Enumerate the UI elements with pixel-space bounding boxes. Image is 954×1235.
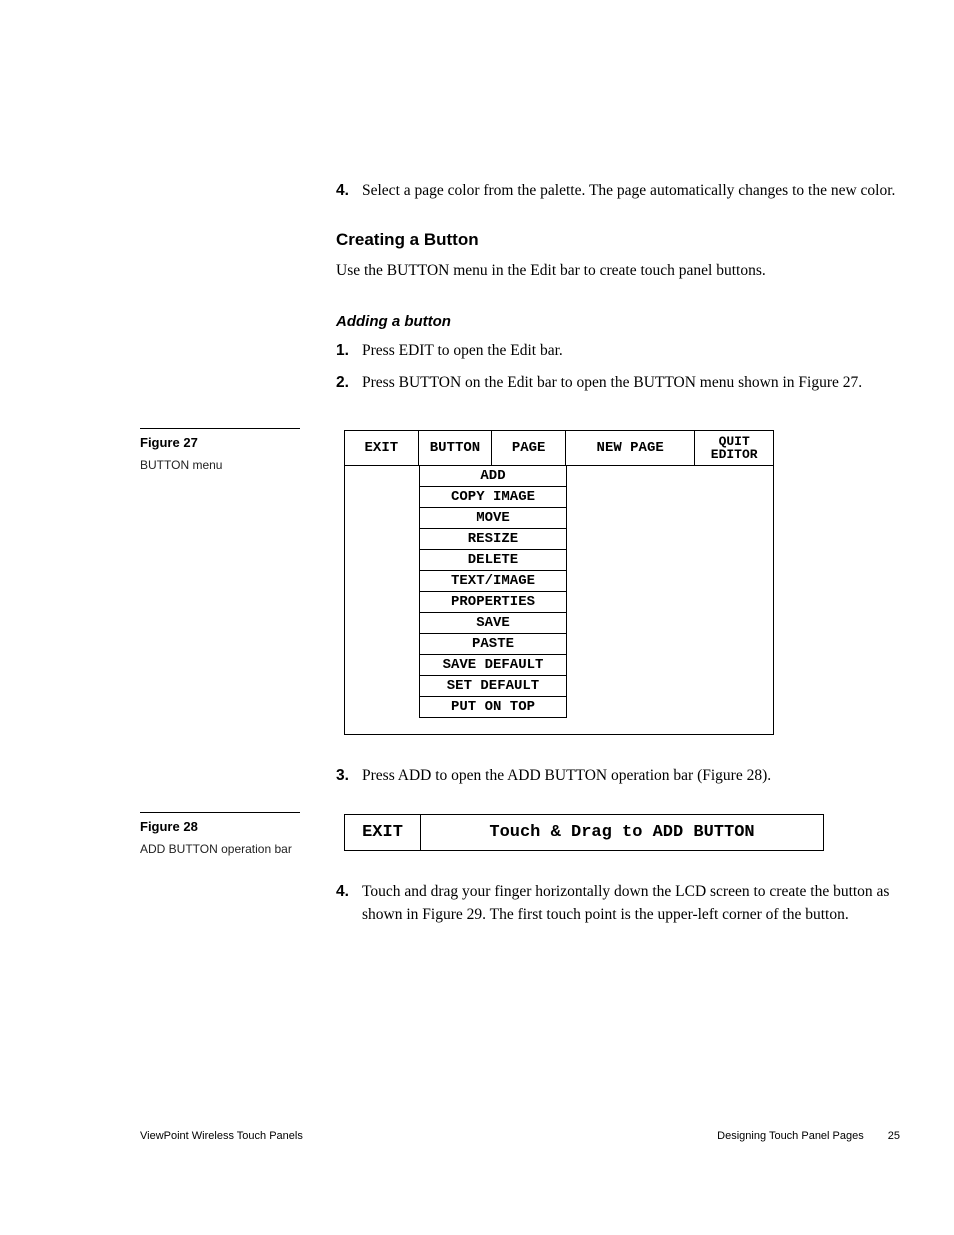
rule [140,812,300,813]
menu-cell-button: BUTTON [419,431,493,466]
list-item: 4. Select a page color from the palette.… [336,180,896,202]
figure-27-sidenote: Figure 27 BUTTON menu [140,428,300,472]
figure-caption: ADD BUTTON operation bar [140,842,300,856]
step-number: 4. [336,881,362,926]
menu-item: RESIZE [419,529,567,550]
footer-left: ViewPoint Wireless Touch Panels [140,1130,303,1142]
page-footer: ViewPoint Wireless Touch Panels Designin… [140,1130,900,1142]
step-number: 1. [336,340,362,362]
list-item: 1. Press EDIT to open the Edit bar. [336,340,896,362]
step-text: Press EDIT to open the Edit bar. [362,340,896,362]
page: 4. Select a page color from the palette.… [0,0,954,1235]
quit-line2: EDITOR [711,448,758,461]
rule [140,428,300,429]
menu-item: TEXT/IMAGE [419,571,567,592]
subsection-heading: Adding a button [336,313,896,330]
menu-item: SAVE DEFAULT [419,655,567,676]
figure-28-operation-bar: EXIT Touch & Drag to ADD BUTTON [344,814,824,851]
menu-item: SAVE [419,613,567,634]
figure-caption: BUTTON menu [140,458,300,472]
step-text: Select a page color from the palette. Th… [362,180,896,202]
menu-cell-quit-editor: QUIT EDITOR [695,431,773,466]
menu-item: PROPERTIES [419,592,567,613]
step-number: 2. [336,372,362,394]
step-text: Press BUTTON on the Edit bar to open the… [362,372,896,394]
footer-section: Designing Touch Panel Pages [717,1130,864,1142]
menu-item: DELETE [419,550,567,571]
menu-top-row: EXIT BUTTON PAGE NEW PAGE QUIT EDITOR [345,431,773,466]
figure-27-menu: EXIT BUTTON PAGE NEW PAGE QUIT EDITOR AD… [344,430,774,735]
menu-item: MOVE [419,508,567,529]
menu-cell-page: PAGE [492,431,566,466]
step-text: Press ADD to open the ADD BUTTON operati… [362,765,896,787]
menu-item: SET DEFAULT [419,676,567,697]
list-item: 3. Press ADD to open the ADD BUTTON oper… [336,765,896,787]
step-number: 3. [336,765,362,787]
page-number: 25 [888,1130,900,1142]
menu-cell-exit: EXIT [345,431,419,466]
figure-28-sidenote: Figure 28 ADD BUTTON operation bar [140,812,300,856]
menu-dropdown-list: ADD COPY IMAGE MOVE RESIZE DELETE TEXT/I… [419,466,567,718]
step-number: 4. [336,180,362,202]
figure-label: Figure 27 [140,435,300,450]
list-item: 2. Press BUTTON on the Edit bar to open … [336,372,896,394]
list-item: 4. Touch and drag your finger horizontal… [336,881,896,926]
menu-item: PASTE [419,634,567,655]
menu-item: PUT ON TOP [419,697,567,718]
section-intro: Use the BUTTON menu in the Edit bar to c… [336,260,896,282]
opbar-message: Touch & Drag to ADD BUTTON [421,815,823,850]
footer-right: Designing Touch Panel Pages 25 [717,1130,900,1142]
opbar-exit: EXIT [345,815,421,850]
section-heading: Creating a Button [336,230,896,250]
menu-cell-new-page: NEW PAGE [566,431,695,466]
menu-item: COPY IMAGE [419,487,567,508]
figure-label: Figure 28 [140,819,300,834]
menu-item: ADD [419,466,567,487]
step-text: Touch and drag your finger horizontally … [362,881,896,926]
